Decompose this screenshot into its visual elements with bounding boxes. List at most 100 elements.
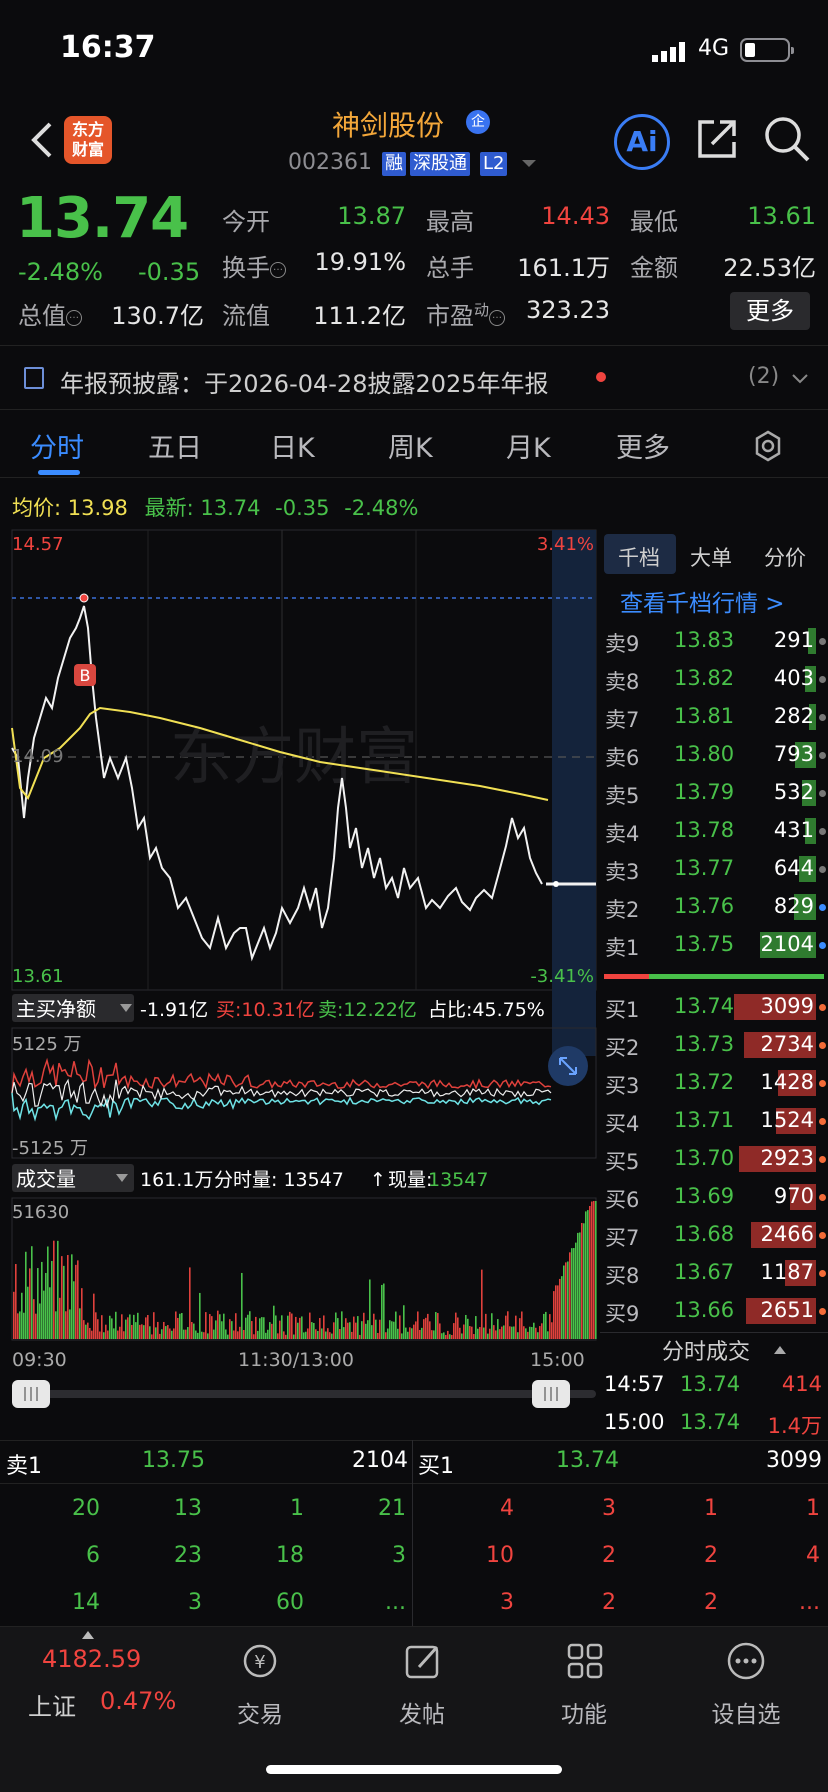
volume-bar (565, 1262, 567, 1339)
back-arrow-icon[interactable] (28, 120, 54, 160)
bid-row[interactable]: 买2 13.73 2734 (600, 1026, 828, 1064)
ask-row[interactable]: 卖1 13.75 2104 (600, 926, 828, 964)
tab-depth[interactable]: 千档 (618, 542, 660, 572)
queue-cell: 3 (392, 1543, 406, 1568)
more-button[interactable]: 更多 (730, 292, 810, 330)
intraday-chart[interactable]: 东方财富 B 14.57 3.41% 14.09 13.61 -3.41% 主买… (0, 528, 600, 1408)
queue-cell: 21 (378, 1496, 406, 1521)
ai-button[interactable]: Ai (614, 114, 670, 170)
volume-bar (275, 1315, 277, 1339)
info-icon[interactable]: … (66, 310, 82, 326)
bid-label: 买2 (605, 1036, 640, 1060)
volume-bar (291, 1313, 293, 1339)
grid-icon[interactable] (565, 1641, 605, 1681)
volume-bar (351, 1331, 353, 1339)
volume-bar (305, 1331, 307, 1339)
bid-price: 13.72 (674, 1070, 735, 1094)
bid-label: 买3 (605, 1074, 640, 1098)
volume-bar (151, 1334, 153, 1339)
volume-bar (51, 1260, 53, 1339)
index-pct[interactable]: 0.47% (100, 1687, 176, 1715)
bid-row[interactable]: 买4 13.71 1524 (600, 1102, 828, 1140)
ask-row[interactable]: 卖2 13.76 829 (600, 888, 828, 926)
ask-volume: 829 (773, 894, 814, 918)
index-name[interactable]: 上证 (28, 1687, 76, 1722)
volume-bar (189, 1267, 191, 1339)
bottom-buy-price: 13.74 (556, 1448, 619, 1473)
volume-bar (593, 1201, 595, 1339)
volume-bar (55, 1311, 57, 1339)
nav-trade[interactable]: 交易 (200, 1695, 320, 1729)
bid-label: 买8 (605, 1264, 640, 1288)
depth-link[interactable]: 查看千档行情 > (620, 584, 785, 618)
app-logo[interactable]: 东方 财富 (64, 116, 112, 164)
tab-more[interactable]: 更多 (616, 426, 670, 465)
bid-row[interactable]: 买8 13.67 1187 (600, 1254, 828, 1292)
volume-bar (517, 1332, 519, 1339)
volume-bar (487, 1333, 489, 1339)
volume-bar (519, 1318, 521, 1339)
bid-volume: 1187 (760, 1260, 814, 1284)
volume-bar (365, 1323, 367, 1339)
nav-add-watchlist[interactable]: 设自选 (686, 1695, 806, 1729)
compose-icon[interactable] (403, 1641, 443, 1681)
more-icon[interactable] (726, 1641, 766, 1681)
ask-row[interactable]: 卖4 13.78 431 (600, 812, 828, 850)
volume-bar (505, 1315, 507, 1339)
bid-row[interactable]: 买1 13.74 3099 (600, 988, 828, 1026)
search-icon[interactable] (762, 114, 812, 164)
bid-row[interactable]: 买9 13.66 2651 (600, 1292, 828, 1330)
volume-bar (495, 1330, 497, 1339)
nav-functions[interactable]: 功能 (524, 1695, 644, 1729)
tab-weekly-k[interactable]: 周K (388, 426, 433, 465)
index-value[interactable]: 4182.59 (42, 1645, 141, 1673)
ask-row[interactable]: 卖7 13.81 282 (600, 698, 828, 736)
info-icon[interactable]: … (270, 262, 286, 278)
tab-daily-k[interactable]: 日K (270, 426, 315, 465)
ask-price: 13.80 (674, 742, 735, 766)
tab-intraday[interactable]: 分时 (30, 426, 84, 465)
volume-bar (515, 1315, 517, 1339)
volume-bar (171, 1330, 173, 1339)
volume-bar (295, 1316, 297, 1339)
volume-bar (427, 1313, 429, 1339)
ask-row[interactable]: 卖5 13.79 532 (600, 774, 828, 812)
price-panel: 东方财富 B 14.57 3.41% 14.09 13.61 -3.41% (11, 529, 597, 1056)
volume-bar (77, 1260, 79, 1339)
chevron-down-icon[interactable] (522, 160, 536, 167)
volume-bar (49, 1287, 51, 1339)
ask-row[interactable]: 卖8 13.82 403 (600, 660, 828, 698)
nav-post[interactable]: 发帖 (362, 1695, 482, 1729)
ask-row[interactable]: 卖3 13.77 644 (600, 850, 828, 888)
level1-header (0, 1440, 828, 1484)
volume-bar (595, 1201, 597, 1339)
tab-five-day[interactable]: 五日 (148, 426, 202, 465)
high-label: 最高 (426, 208, 474, 236)
volume-bar (187, 1327, 189, 1339)
bid-row[interactable]: 买7 13.68 2466 (600, 1216, 828, 1254)
volume-bar (417, 1311, 419, 1339)
volume-bar (239, 1326, 241, 1339)
volume-bar (121, 1314, 123, 1339)
tab-monthly-k[interactable]: 月K (506, 426, 551, 465)
gear-icon[interactable] (752, 430, 784, 462)
ask-row[interactable]: 卖6 13.80 793 (600, 736, 828, 774)
bid-row[interactable]: 买5 13.70 2923 (600, 1140, 828, 1178)
ask-price: 13.77 (674, 856, 735, 880)
battery-icon (740, 38, 794, 62)
volume-bar (399, 1315, 401, 1339)
volume-bar (429, 1321, 431, 1339)
trades-label[interactable]: 分时成交 (662, 1334, 750, 1366)
volume-bar (403, 1305, 405, 1339)
tab-big-orders[interactable]: 大单 (690, 542, 732, 572)
ask-row[interactable]: 卖9 13.83 291 (600, 622, 828, 660)
bid-row[interactable]: 买3 13.72 1428 (600, 1064, 828, 1102)
share-icon[interactable] (694, 116, 740, 162)
notice-bar[interactable]: 年报预披露：于2026-04-28披露2025年年报 (2) (0, 346, 828, 410)
trade-icon[interactable]: ¥ (240, 1641, 280, 1681)
volume-bar (475, 1316, 477, 1339)
bid-row[interactable]: 买6 13.69 970 (600, 1178, 828, 1216)
bid-price: 13.67 (674, 1260, 735, 1284)
tab-price-split[interactable]: 分价 (764, 542, 806, 572)
volume-bar (349, 1322, 351, 1339)
